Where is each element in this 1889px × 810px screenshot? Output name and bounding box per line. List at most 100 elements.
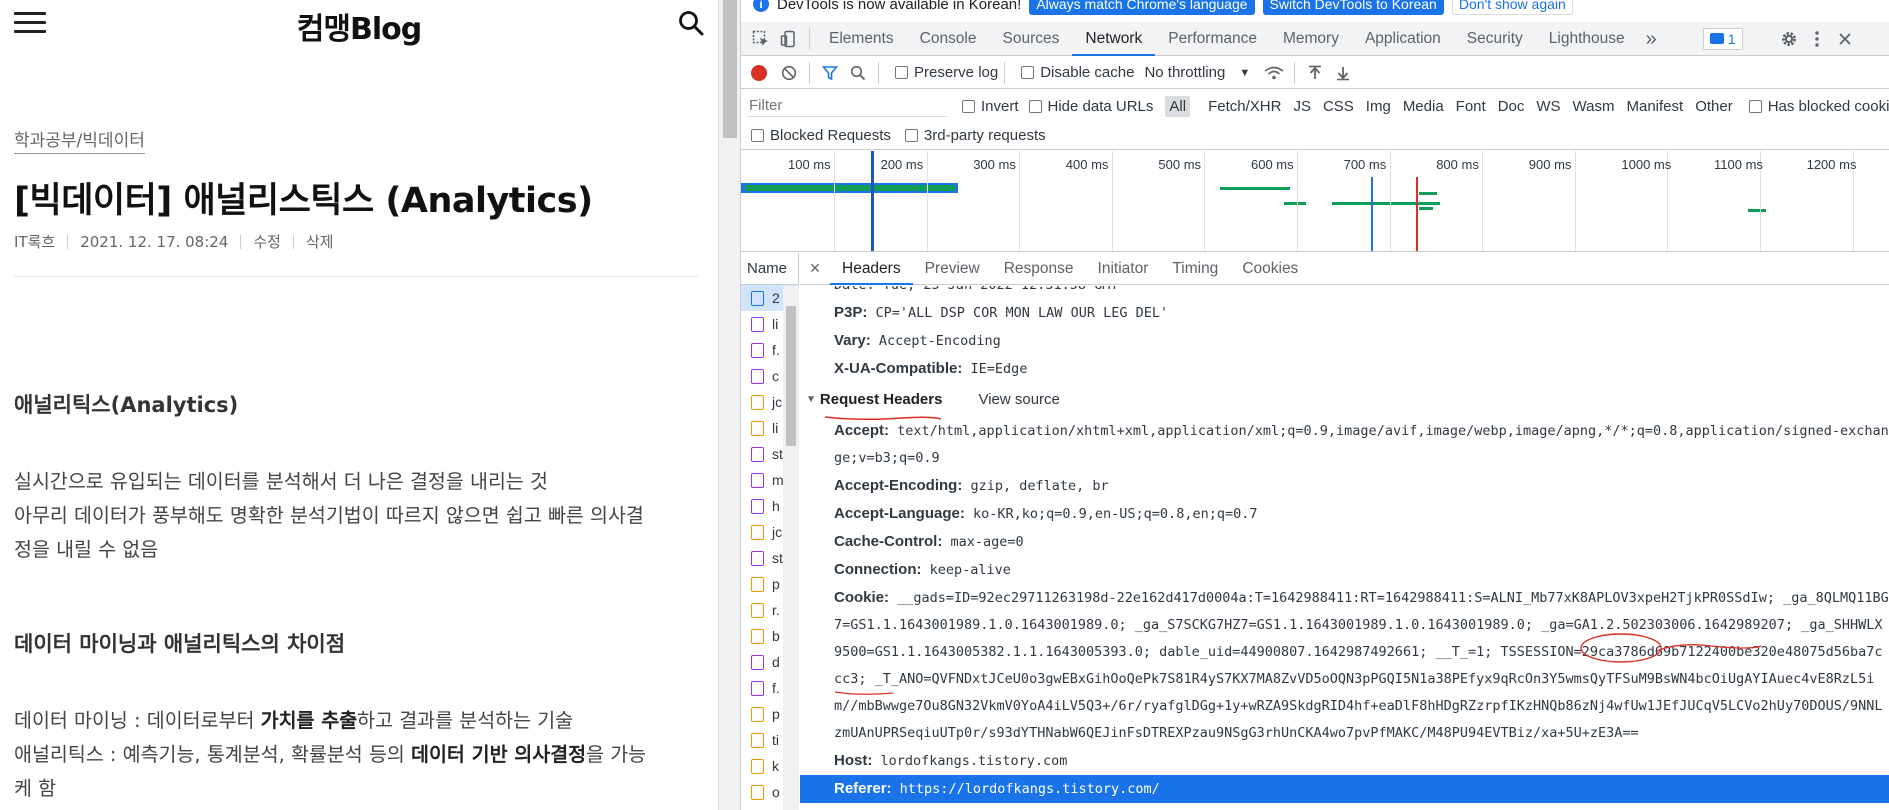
hide-data-urls-checkbox[interactable]: Hide data URLs — [1028, 98, 1153, 115]
dont-show-again-button[interactable]: Don't show again — [1451, 0, 1573, 15]
tab-console[interactable]: Console — [907, 22, 990, 56]
record-icon[interactable] — [751, 64, 767, 81]
tab-security[interactable]: Security — [1454, 22, 1536, 56]
detail-tabbar: × Headers Preview Response Initiator Tim… — [800, 253, 1889, 285]
tab-sources[interactable]: Sources — [990, 22, 1073, 56]
tab-elements[interactable]: Elements — [816, 22, 907, 56]
stylesheet-icon — [751, 316, 764, 332]
header-row[interactable]: Accept-Language: ko-KR,ko;q=0.9,en-US;q=… — [800, 500, 1889, 528]
filter-bar: Invert Hide data URLs All Fetch/XHR JS C… — [741, 90, 1889, 122]
tab-preview[interactable]: Preview — [913, 253, 992, 285]
throttling-select[interactable]: No throttling ▼ — [1144, 64, 1250, 81]
view-source-link[interactable]: View source — [978, 383, 1059, 417]
tab-lighthouse[interactable]: Lighthouse — [1536, 22, 1638, 56]
header-row[interactable]: Cache-Control: max-age=0 — [800, 528, 1889, 556]
header-row[interactable]: Host: lordofkangs.tistory.com — [800, 747, 1889, 775]
filter-input[interactable] — [747, 95, 948, 117]
kebab-menu-icon[interactable] — [1803, 25, 1831, 53]
request-headers-section[interactable]: ▼ Request Headers View source — [800, 383, 1889, 417]
header-row[interactable]: Accept: text/html,application/xhtml+xml,… — [800, 417, 1889, 472]
issues-badge[interactable]: 1 — [1702, 27, 1743, 50]
filter-icon[interactable] — [816, 59, 844, 87]
tab-cookies[interactable]: Cookies — [1230, 253, 1310, 285]
third-party-checkbox[interactable]: 3rd-party requests — [904, 127, 1046, 144]
type-filter-js[interactable]: JS — [1293, 98, 1311, 115]
match-language-button[interactable]: Always match Chrome's language — [1029, 0, 1255, 15]
header-row[interactable]: Connection: keep-alive — [800, 556, 1889, 584]
timeline-gridline — [1482, 151, 1484, 251]
type-filter-ws[interactable]: WS — [1536, 98, 1560, 115]
header-row[interactable]: Vary: Accept-Encoding — [800, 327, 1889, 355]
tab-timing[interactable]: Timing — [1160, 253, 1230, 285]
search-network-icon[interactable] — [844, 59, 872, 87]
header-row[interactable]: X-UA-Compatible: IE=Edge — [800, 355, 1889, 383]
post-meta: IT록흐 2021. 12. 17. 08:24 수정 삭제 — [14, 231, 334, 252]
close-details-icon[interactable]: × — [800, 258, 830, 279]
type-filter-img[interactable]: Img — [1366, 98, 1391, 115]
header-name: Accept-Encoding: — [834, 477, 963, 494]
switch-korean-button[interactable]: Switch DevTools to Korean — [1262, 0, 1444, 15]
page-scrollbar[interactable] — [718, 0, 740, 810]
paragraph-line: 정을 내릴 수 없음 — [14, 538, 159, 561]
scrollbar-thumb[interactable] — [723, 0, 737, 138]
header-name: Connection: — [834, 561, 922, 578]
header-row[interactable]: Accept-Encoding: gzip, deflate, br — [800, 472, 1889, 500]
tab-initiator[interactable]: Initiator — [1086, 253, 1161, 285]
tab-network[interactable]: Network — [1072, 22, 1156, 56]
tab-response[interactable]: Response — [992, 253, 1086, 285]
network-overview-timeline[interactable]: 100 ms 200 ms 300 ms 400 ms 500 ms 600 ms 700 … — [741, 151, 1889, 252]
more-tabs-icon[interactable]: » — [1638, 22, 1665, 56]
script-file-icon — [751, 784, 764, 800]
paragraph-line: 애널리틱스 : 예측기능, 통계분석, 확률분석 등의 데이터 기반 의사결정을… — [14, 743, 647, 766]
request-details: × Headers Preview Response Initiator Tim… — [800, 253, 1889, 810]
header-name: Cookie: — [834, 589, 890, 606]
invert-checkbox[interactable]: Invert — [962, 98, 1019, 115]
edit-link[interactable]: 수정 — [253, 231, 281, 252]
timeline-gridline — [1574, 151, 1576, 251]
import-har-icon[interactable] — [1301, 59, 1329, 87]
header-row[interactable]: sec-ch-ua: " Not;A Brand";v="99", "Googl… — [800, 803, 1889, 810]
type-filter-all[interactable]: All — [1165, 95, 1191, 117]
type-filter-manifest[interactable]: Manifest — [1627, 98, 1684, 115]
search-icon[interactable] — [678, 10, 704, 36]
tab-application[interactable]: Application — [1352, 22, 1454, 56]
device-toolbar-icon[interactable] — [775, 25, 803, 53]
scrollbar-thumb[interactable] — [786, 306, 796, 446]
request-list-scrollbar[interactable] — [783, 286, 799, 810]
header-row[interactable]: Cookie: __gads=ID=92ec29711263198d-22e16… — [800, 584, 1889, 747]
disable-cache-checkbox[interactable]: Disable cache — [1021, 64, 1134, 81]
preserve-log-checkbox[interactable]: Preserve log — [895, 64, 998, 81]
type-filter-fetch[interactable]: Fetch/XHR — [1208, 98, 1281, 115]
name-column-header[interactable]: Name — [741, 253, 798, 285]
network-conditions-icon[interactable] — [1260, 59, 1288, 87]
type-filter-other[interactable]: Other — [1695, 98, 1733, 115]
request-name: ti — [772, 732, 779, 748]
type-filter-font[interactable]: Font — [1456, 98, 1486, 115]
export-har-icon[interactable] — [1329, 59, 1357, 87]
inspect-element-icon[interactable] — [747, 25, 775, 53]
settings-gear-icon[interactable] — [1775, 25, 1803, 53]
blocked-requests-checkbox[interactable]: Blocked Requests — [751, 127, 891, 144]
category-link[interactable]: 학과공부/빅데이터 — [14, 126, 145, 154]
request-name: st — [772, 550, 783, 566]
header-row[interactable]: P3P: CP='ALL DSP COR MON LAW OUR LEG DEL… — [800, 299, 1889, 327]
type-filter-media[interactable]: Media — [1403, 98, 1444, 115]
delete-link[interactable]: 삭제 — [306, 231, 334, 252]
expand-triangle-icon[interactable]: ▼ — [806, 383, 816, 417]
paragraph-line: 실시간으로 유입되는 데이터를 분석해서 더 나은 결정을 내리는 것 — [14, 470, 548, 493]
has-blocked-cookies-checkbox[interactable]: Has blocked cookies — [1748, 98, 1889, 115]
type-filter-doc[interactable]: Doc — [1498, 98, 1525, 115]
site-title[interactable]: 컴맹Blog — [0, 4, 718, 48]
header-row[interactable]: Referer: https://lordofkangs.tistory.com… — [800, 775, 1889, 803]
timeline-tick-label: 1000 ms — [1621, 157, 1672, 172]
section-heading: 데이터 마이닝과 애널리틱스의 차이점 — [14, 632, 346, 656]
close-devtools-icon[interactable] — [1831, 25, 1859, 53]
tab-memory[interactable]: Memory — [1270, 22, 1352, 56]
tab-headers[interactable]: Headers — [830, 253, 913, 285]
tab-performance[interactable]: Performance — [1155, 22, 1270, 56]
type-filter-css[interactable]: CSS — [1323, 98, 1354, 115]
clear-icon[interactable] — [775, 59, 803, 87]
header-value: Accept-Encoding — [878, 333, 1001, 349]
type-filter-wasm[interactable]: Wasm — [1573, 98, 1615, 115]
devtools-panel: i DevTools is now available in Korean! A… — [740, 0, 1889, 810]
